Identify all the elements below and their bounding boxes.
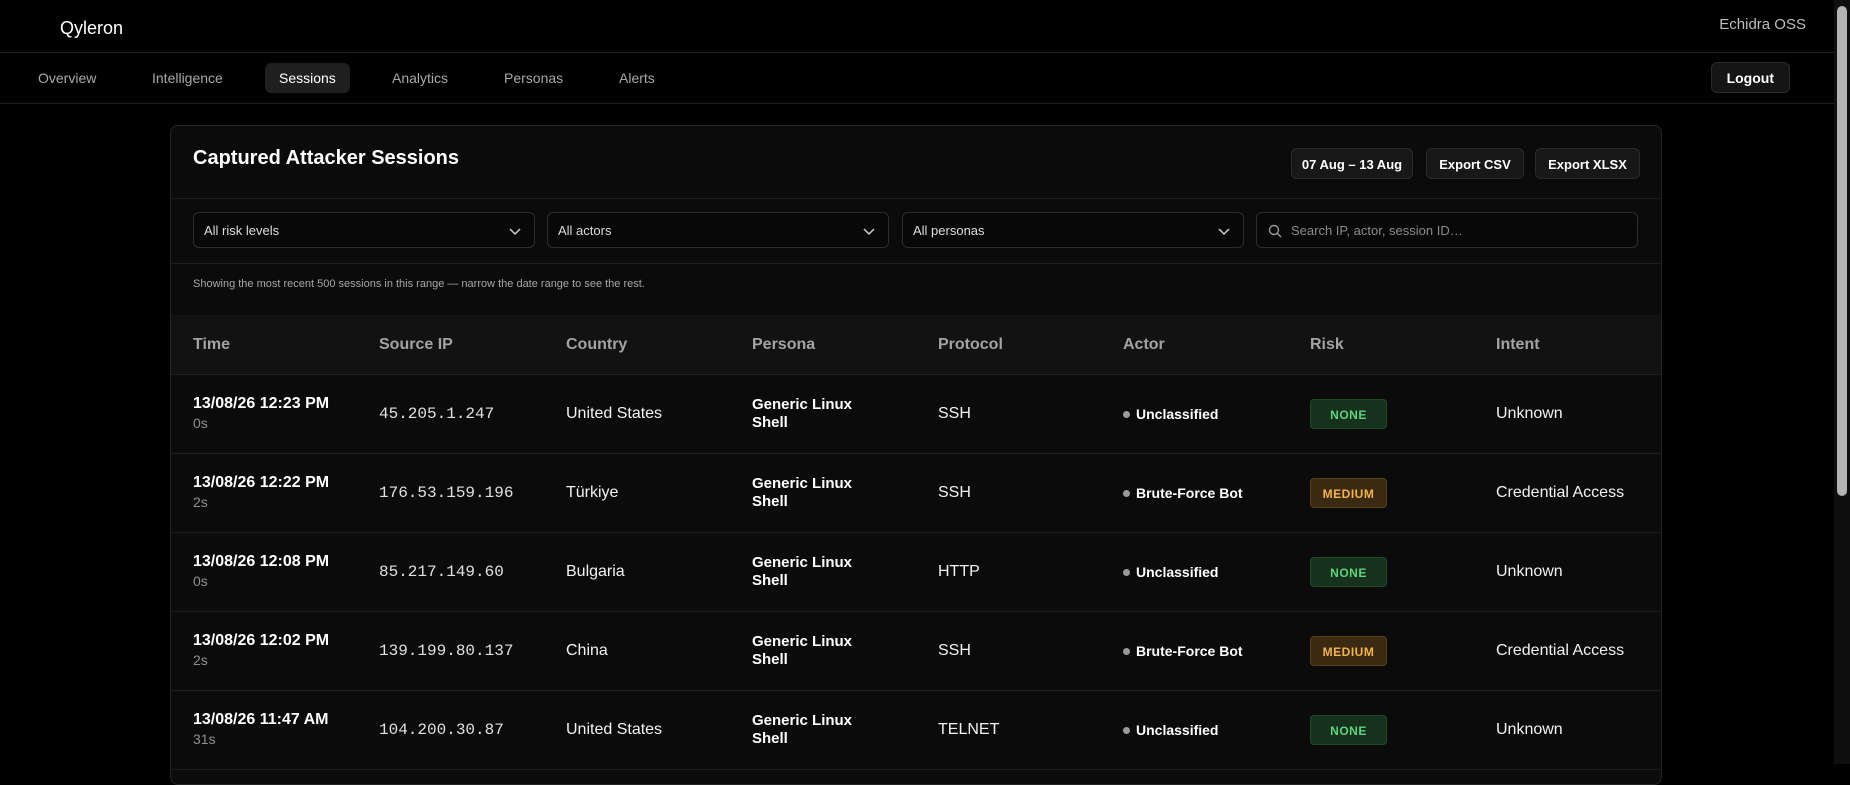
country: United States [566, 721, 663, 738]
session-time: 13/08/26 12:08 PM [193, 553, 330, 570]
tab-overview[interactable]: Overview [24, 63, 110, 93]
column-header-persona[interactable]: Persona [752, 336, 815, 354]
source-ip: 104.200.30.87 [379, 721, 504, 739]
panel-header: Captured Attacker Sessions 07 Aug – 13 A… [171, 126, 1661, 199]
table-row[interactable]: 13/08/26 12:22 PM 2s 176.53.159.196 Türk… [171, 454, 1661, 533]
risk-badge: NONE [1310, 715, 1387, 745]
actor-dot-icon [1123, 490, 1130, 497]
country: Bulgaria [566, 563, 625, 580]
tab-personas[interactable]: Personas [490, 63, 577, 93]
actor-label: Unclassified [1136, 406, 1219, 422]
export-csv-button[interactable]: Export CSV [1426, 148, 1524, 179]
sessions-panel: Captured Attacker Sessions 07 Aug – 13 A… [170, 125, 1662, 785]
persona: Generic Linux Shell [752, 554, 853, 589]
export-xlsx-button[interactable]: Export XLSX [1535, 148, 1640, 179]
persona-filter-value: All personas [913, 223, 985, 238]
persona: Generic Linux Shell [752, 396, 853, 431]
top-bar: Qyleron Echidra OSS [0, 0, 1834, 53]
scrollbar-track[interactable] [1834, 0, 1850, 764]
session-time: 13/08/26 11:47 AM [193, 711, 329, 728]
risk-badge: NONE [1310, 557, 1387, 587]
actor-filter-value: All actors [558, 223, 612, 238]
source-ip: 85.217.149.60 [379, 563, 504, 581]
logout-button[interactable]: Logout [1710, 62, 1790, 93]
search-icon [1268, 224, 1282, 238]
source-ip: 139.199.80.137 [379, 642, 514, 660]
country: United States [566, 405, 663, 422]
column-header-time[interactable]: Time [193, 336, 230, 354]
actor-dot-icon [1123, 411, 1130, 418]
column-header-intent[interactable]: Intent [1496, 336, 1540, 354]
organization-name[interactable]: Echidra OSS [1719, 16, 1806, 33]
country: China [566, 642, 608, 659]
session-time: 13/08/26 12:22 PM [193, 474, 330, 491]
actor-dot-icon [1123, 648, 1130, 655]
session-time: 13/08/26 12:23 PM [193, 395, 330, 412]
intent: Unknown [1496, 721, 1563, 738]
persona: Generic Linux Shell [752, 712, 853, 747]
chevron-down-icon [863, 228, 875, 236]
date-range-button[interactable]: 07 Aug – 13 Aug [1291, 148, 1413, 179]
nav-bar: Overview Intelligence Sessions Analytics… [0, 53, 1834, 104]
actor-label: Unclassified [1136, 722, 1219, 738]
session-duration: 31s [193, 731, 216, 747]
search-input[interactable] [1291, 213, 1631, 247]
sessions-table: Time Source IP Country Persona Protocol … [171, 315, 1661, 770]
column-header-risk[interactable]: Risk [1310, 336, 1344, 354]
source-ip: 45.205.1.247 [379, 405, 495, 423]
risk-filter-select[interactable]: All risk levels [193, 212, 535, 248]
actor-dot-icon [1123, 727, 1130, 734]
risk-filter-value: All risk levels [204, 223, 280, 238]
tab-alerts[interactable]: Alerts [605, 63, 669, 93]
column-header-protocol[interactable]: Protocol [938, 336, 1003, 354]
actor-dot-icon [1123, 569, 1130, 576]
actor-label: Brute-Force Bot [1136, 485, 1243, 501]
protocol: SSH [938, 484, 971, 501]
source-ip: 176.53.159.196 [379, 484, 514, 502]
search-box[interactable] [1256, 212, 1638, 248]
results-notice: Showing the most recent 500 sessions in … [193, 278, 645, 290]
scrollbar-thumb[interactable] [1837, 6, 1847, 496]
country: Türkiye [566, 484, 619, 501]
intent: Credential Access [1496, 642, 1625, 659]
risk-badge: NONE [1310, 399, 1387, 429]
actor-label: Unclassified [1136, 564, 1219, 580]
intent: Unknown [1496, 563, 1563, 580]
risk-badge: MEDIUM [1310, 478, 1387, 508]
actor-filter-select[interactable]: All actors [547, 212, 889, 248]
protocol: HTTP [938, 563, 980, 580]
column-header-source-ip[interactable]: Source IP [379, 336, 453, 354]
filter-bar: All risk levels All actors All personas [171, 199, 1661, 264]
protocol: TELNET [938, 721, 1000, 738]
session-duration: 2s [193, 494, 208, 510]
session-duration: 0s [193, 415, 208, 431]
chevron-down-icon [509, 228, 521, 236]
persona: Generic Linux Shell [752, 475, 853, 510]
actor-label: Brute-Force Bot [1136, 643, 1243, 659]
table-row[interactable]: 13/08/26 12:23 PM 0s 45.205.1.247 United… [171, 375, 1661, 454]
tab-intelligence[interactable]: Intelligence [138, 63, 237, 93]
chevron-down-icon [1218, 228, 1230, 236]
session-time: 13/08/26 12:02 PM [193, 632, 330, 649]
table-header: Time Source IP Country Persona Protocol … [171, 315, 1661, 375]
column-header-country[interactable]: Country [566, 336, 627, 354]
protocol: SSH [938, 405, 971, 422]
brand-logo[interactable]: Qyleron [60, 18, 123, 39]
intent: Credential Access [1496, 484, 1625, 501]
table-row[interactable]: 13/08/26 11:47 AM 31s 104.200.30.87 Unit… [171, 691, 1661, 770]
column-header-actor[interactable]: Actor [1123, 336, 1165, 354]
session-duration: 2s [193, 652, 208, 668]
protocol: SSH [938, 642, 971, 659]
risk-badge: MEDIUM [1310, 636, 1387, 666]
tab-analytics[interactable]: Analytics [378, 63, 462, 93]
intent: Unknown [1496, 405, 1563, 422]
table-row[interactable]: 13/08/26 12:02 PM 2s 139.199.80.137 Chin… [171, 612, 1661, 691]
persona-filter-select[interactable]: All personas [902, 212, 1244, 248]
session-duration: 0s [193, 573, 208, 589]
table-row[interactable]: 13/08/26 12:08 PM 0s 85.217.149.60 Bulga… [171, 533, 1661, 612]
persona: Generic Linux Shell [752, 633, 853, 668]
page-title: Captured Attacker Sessions [193, 147, 460, 169]
tab-sessions[interactable]: Sessions [265, 63, 350, 93]
